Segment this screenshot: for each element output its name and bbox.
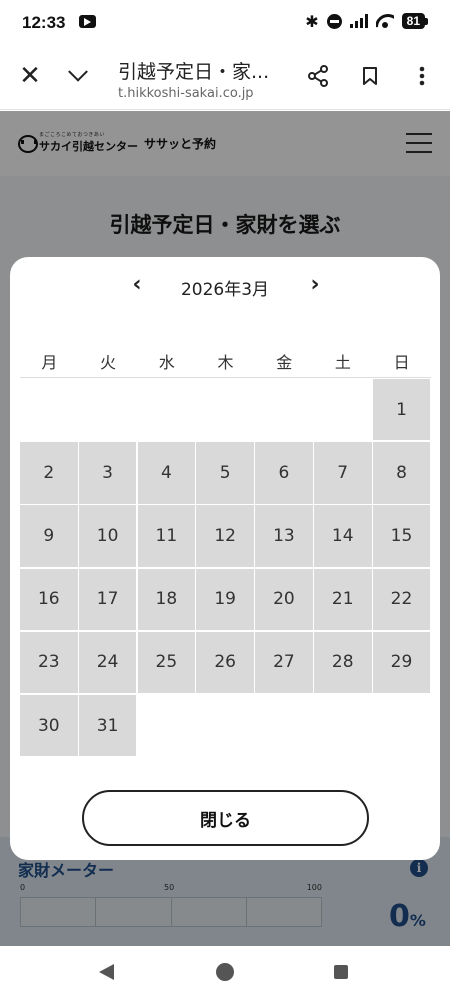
weekday-fri: 金 (276, 353, 293, 372)
status-bar: 12:33 ✱ 81 (0, 0, 450, 44)
calendar-day[interactable]: 12 (196, 505, 254, 567)
chevron-down-icon (68, 61, 88, 82)
weekday-sat: 土 (334, 353, 351, 372)
calendar-day[interactable]: 29 (372, 631, 431, 694)
weekday-wed: 水 (158, 353, 175, 372)
calendar-day[interactable]: 2 (20, 442, 78, 504)
month-label: 2026年3月 (180, 280, 270, 300)
calendar-day[interactable]: 3 (78, 442, 137, 504)
do-not-disturb-icon (326, 13, 342, 29)
calendar-day[interactable]: 10 (78, 505, 137, 567)
status-time: 12:33 (22, 13, 66, 32)
more-options-button[interactable] (404, 58, 440, 94)
calendar-day[interactable]: 27 (255, 631, 313, 694)
calendar-day[interactable]: 16 (20, 568, 78, 630)
bluetooth-icon: ✱ (305, 11, 319, 31)
calendar-day[interactable]: 4 (137, 442, 196, 504)
calendar-day[interactable]: 5 (196, 442, 254, 504)
calendar-day[interactable]: 22 (372, 568, 431, 630)
calendar-day[interactable]: 21 (313, 568, 372, 630)
calendar-day[interactable]: 11 (137, 505, 196, 567)
record-icon (79, 15, 96, 28)
browser-toolbar: ✕ 引越予定日・家... t.hikkoshi-sakai.co.jp (0, 44, 450, 110)
close-icon: ✕ (19, 61, 41, 91)
calendar-day[interactable]: 8 (372, 442, 431, 504)
wifi-icon (376, 14, 394, 28)
calendar-modal: ‹ 2026年3月 › 月 火 水 木 金 土 日 1 2 3 4 5 6 7 … (10, 257, 440, 860)
calendar-day[interactable]: 19 (196, 568, 254, 630)
page-url: t.hikkoshi-sakai.co.jp (118, 86, 254, 101)
divider (20, 377, 431, 378)
battery-level: 81 (401, 13, 425, 29)
calendar-day[interactable]: 30 (20, 694, 78, 757)
weekday-thu: 木 (217, 353, 234, 372)
close-modal-button[interactable]: 閉じる (82, 790, 369, 846)
system-nav-bar (0, 946, 450, 999)
calendar-day[interactable]: 25 (137, 631, 196, 694)
calendar-day[interactable]: 1 (372, 379, 431, 441)
calendar-day[interactable]: 14 (313, 505, 372, 567)
back-icon[interactable] (99, 964, 114, 980)
share-button[interactable] (300, 58, 336, 94)
calendar-day[interactable]: 6 (255, 442, 313, 504)
minimize-button[interactable] (60, 58, 96, 94)
calendar-day[interactable]: 15 (372, 505, 431, 567)
month-navigation: ‹ 2026年3月 › (10, 271, 440, 301)
calendar-day[interactable]: 26 (196, 631, 254, 694)
calendar-grid: 1 2 3 4 5 6 7 8 9 10 11 12 13 14 15 16 1… (20, 379, 432, 757)
next-month-button[interactable]: › (300, 271, 330, 301)
calendar-day[interactable]: 28 (313, 631, 372, 694)
calendar-day[interactable]: 9 (20, 505, 78, 567)
calendar-day[interactable]: 23 (20, 631, 78, 694)
status-icons: ✱ 81 (305, 10, 428, 32)
bookmark-button[interactable] (352, 58, 388, 94)
close-tab-button[interactable]: ✕ (12, 58, 48, 94)
calendar-day[interactable]: 7 (313, 442, 372, 504)
signal-icon (349, 14, 368, 28)
weekday-mon: 月 (41, 353, 58, 372)
calendar-day[interactable]: 31 (78, 694, 137, 757)
calendar-day[interactable]: 20 (255, 568, 313, 630)
weekday-tue: 火 (100, 353, 117, 372)
calendar-day[interactable]: 18 (137, 568, 196, 630)
recents-icon[interactable] (334, 965, 348, 979)
calendar-day[interactable]: 24 (78, 631, 137, 694)
calendar-day[interactable]: 17 (78, 568, 137, 630)
battery-icon: 81 (401, 13, 428, 29)
weekday-sun: 日 (393, 353, 410, 372)
prev-month-button[interactable]: ‹ (122, 271, 152, 301)
home-icon[interactable] (216, 963, 234, 981)
weekday-header: 月 火 水 木 金 土 日 (20, 349, 431, 373)
more-vert-icon (419, 66, 425, 86)
modal-backdrop-top[interactable] (0, 111, 450, 176)
calendar-day[interactable]: 13 (255, 505, 313, 567)
bookmark-icon (363, 67, 377, 85)
share-icon (308, 65, 328, 87)
page-title: 引越予定日・家... (118, 61, 270, 83)
